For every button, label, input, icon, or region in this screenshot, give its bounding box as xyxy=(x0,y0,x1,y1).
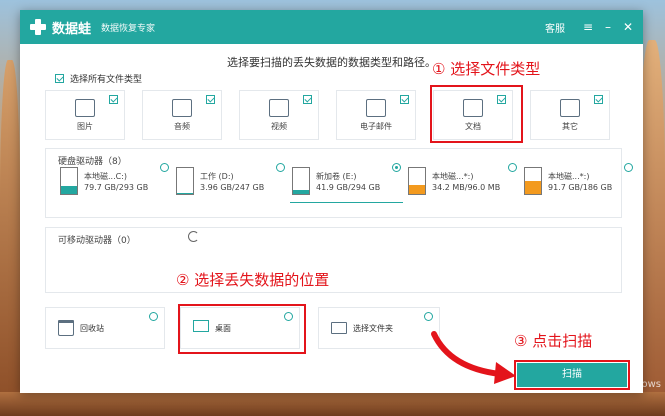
location-select-folder[interactable]: 选择文件夹 xyxy=(318,307,440,349)
drive-name: 工作 (D:) xyxy=(200,172,234,181)
file-type-checkbox[interactable] xyxy=(400,95,409,104)
image-icon xyxy=(75,99,95,117)
location-desktop[interactable]: 桌面 xyxy=(180,307,300,349)
hard-drive-section: 硬盘驱动器（8） 本地磁...C:) 79.7 GB/293 GB 工作 (D:… xyxy=(45,148,633,218)
file-type-checkbox[interactable] xyxy=(303,95,312,104)
other-icon xyxy=(560,99,580,117)
drive-icon xyxy=(408,167,426,195)
drive-radio[interactable] xyxy=(624,163,633,172)
document-icon xyxy=(463,99,483,117)
file-type-checkbox[interactable] xyxy=(109,95,118,104)
scan-button[interactable]: 扫描 xyxy=(517,363,627,387)
location-label: 回收站 xyxy=(80,324,104,333)
drive-icon xyxy=(292,167,310,195)
support-button[interactable]: 客服 xyxy=(545,20,565,35)
video-icon xyxy=(269,99,289,117)
file-type-label: 图片 xyxy=(77,122,93,131)
minimize-icon[interactable]: – xyxy=(601,20,615,34)
location-radio[interactable] xyxy=(284,312,293,321)
drive-size: 41.9 GB/294 GB xyxy=(316,183,381,192)
annotation-step1: ① 选择文件类型 xyxy=(432,60,541,78)
drive-radio[interactable] xyxy=(160,163,169,172)
file-type-checkbox[interactable] xyxy=(594,95,603,104)
wallpaper-ground xyxy=(0,392,665,416)
file-type-label: 其它 xyxy=(562,122,578,131)
annotation-step2: ② 选择丢失数据的位置 xyxy=(176,271,330,289)
drive-name: 新加卷 (E:) xyxy=(316,172,357,181)
music-icon xyxy=(172,99,192,117)
file-type-other[interactable]: 其它 xyxy=(530,90,610,140)
cross-logo-icon xyxy=(28,17,48,37)
drive-radio[interactable] xyxy=(508,163,517,172)
drive-radio[interactable] xyxy=(276,163,285,172)
file-type-audio[interactable]: 音频 xyxy=(142,90,222,140)
annotation-arrow xyxy=(431,331,516,384)
menu-icon[interactable]: ≡ xyxy=(581,20,595,34)
drive-icon xyxy=(60,167,78,195)
drive-radio[interactable] xyxy=(392,163,401,172)
folder-icon xyxy=(331,322,347,334)
drive-icon xyxy=(176,167,194,195)
location-label: 桌面 xyxy=(215,324,231,333)
drive-size: 79.7 GB/293 GB xyxy=(84,183,149,192)
drive-icon xyxy=(524,167,542,195)
file-type-label: 文档 xyxy=(465,122,481,131)
annotation-step3: ③ 点击扫描 xyxy=(514,332,593,350)
select-all-label: 选择所有文件类型 xyxy=(70,75,143,85)
drive-item[interactable]: 工作 (D:) 3.96 GB/247 GB xyxy=(174,163,285,199)
drive-name: 本地磁...C:) xyxy=(84,172,128,181)
app-window: 数据蛙 数据恢复专家 客服 ≡ – ✕ 选择要扫描的丢失数据的数据类型和路径。 … xyxy=(20,10,643,393)
file-type-image[interactable]: 图片 xyxy=(45,90,125,140)
file-type-checkbox[interactable] xyxy=(206,95,215,104)
title-bar: 数据蛙 数据恢复专家 客服 ≡ – ✕ xyxy=(20,10,643,44)
app-subtitle: 数据恢复专家 xyxy=(101,23,156,34)
select-all-row[interactable]: 选择所有文件类型 xyxy=(55,72,142,85)
location-recycle-bin[interactable]: 回收站 xyxy=(45,307,165,349)
drive-item[interactable]: 本地磁...*:) 91.7 GB/186 GB xyxy=(522,163,633,199)
drive-size: 34.2 MB/96.0 MB xyxy=(432,183,501,192)
drive-item[interactable]: 新加卷 (E:) 41.9 GB/294 GB xyxy=(290,163,403,203)
drive-name: 本地磁...*:) xyxy=(548,172,590,181)
drive-item[interactable]: 本地磁...C:) 79.7 GB/293 GB xyxy=(58,163,169,199)
instruction-text: 选择要扫描的丢失数据的数据类型和路径。 xyxy=(227,56,436,69)
drive-size: 3.96 GB/247 GB xyxy=(200,183,265,192)
drive-name: 本地磁...*:) xyxy=(432,172,474,181)
desktop-icon xyxy=(193,320,209,332)
app-name: 数据蛙 xyxy=(52,21,92,37)
file-type-label: 音频 xyxy=(174,122,190,131)
close-icon[interactable]: ✕ xyxy=(621,20,635,34)
file-type-label: 电子邮件 xyxy=(360,122,392,131)
select-all-checkbox[interactable] xyxy=(55,74,64,83)
location-label: 选择文件夹 xyxy=(353,324,393,333)
location-radio[interactable] xyxy=(149,312,158,321)
drive-size: 91.7 GB/186 GB xyxy=(548,183,613,192)
drive-item[interactable]: 本地磁...*:) 34.2 MB/96.0 MB xyxy=(406,163,517,199)
removable-drive-section: 可移动驱动器（0） xyxy=(45,227,622,293)
removable-drive-title: 可移动驱动器（0） xyxy=(58,236,136,246)
file-type-video[interactable]: 视频 xyxy=(239,90,319,140)
refresh-icon[interactable] xyxy=(188,231,199,242)
email-icon xyxy=(366,99,386,117)
wallpaper-rock-left xyxy=(0,60,20,416)
trash-icon xyxy=(58,320,74,336)
file-type-document[interactable]: 文档 xyxy=(433,90,513,140)
location-radio[interactable] xyxy=(424,312,433,321)
file-type-checkbox[interactable] xyxy=(497,95,506,104)
file-type-email[interactable]: 电子邮件 xyxy=(336,90,416,140)
file-type-label: 视频 xyxy=(271,122,287,131)
